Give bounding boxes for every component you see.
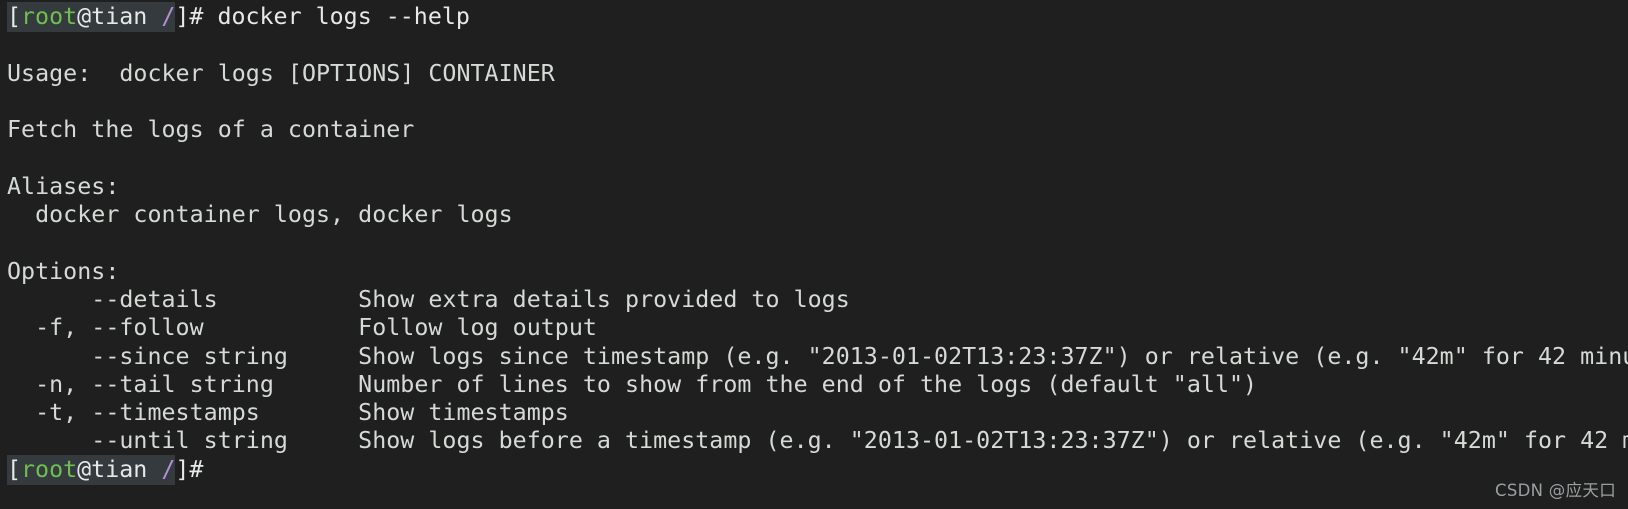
terminal-window[interactable]: [root@tian /]# docker logs --help Usage:… xyxy=(0,0,1628,509)
prompt-user: root xyxy=(21,3,78,30)
prompt-path: / xyxy=(161,3,176,30)
command-text: docker logs --help xyxy=(217,3,470,30)
output-line-option-until: --until string Show logs before a timest… xyxy=(7,427,1628,455)
output-line-option-timestamps: -t, --timestamps Show timestamps xyxy=(7,399,569,427)
terminal-screen: [root@tian /]# docker logs --help Usage:… xyxy=(0,2,1628,485)
prompt-symbol: # xyxy=(189,455,218,483)
prompt-block-current: [root@tian / xyxy=(7,454,176,485)
prompt-line-command[interactable]: [root@tian /]# docker logs --help xyxy=(7,2,1628,32)
prompt-close-bracket: ] xyxy=(175,455,190,483)
prompt-close-bracket: ] xyxy=(175,3,190,30)
prompt-path: / xyxy=(161,455,176,483)
prompt-open-bracket: [ xyxy=(7,455,22,483)
prompt-host: tian xyxy=(91,3,148,30)
prompt-open-bracket: [ xyxy=(7,3,22,30)
output-line-aliases-header: Aliases: xyxy=(7,172,120,200)
output-line-option-tail: -n, --tail string Number of lines to sho… xyxy=(7,370,1258,398)
prompt-host: tian xyxy=(91,455,148,483)
output-line-description: Fetch the logs of a container xyxy=(7,116,415,144)
prompt-at-symbol: @ xyxy=(77,455,92,483)
prompt-user: root xyxy=(21,455,78,483)
prompt-block: [root@tian / xyxy=(7,2,176,32)
prompt-at-symbol: @ xyxy=(77,3,92,30)
output-line-aliases-value: docker container logs, docker logs xyxy=(7,201,513,229)
csdn-watermark: CSDN @应天口 xyxy=(1495,481,1616,500)
prompt-symbol: # xyxy=(189,3,218,30)
prompt-line-current[interactable]: [root@tian /]# xyxy=(7,454,1628,485)
output-line-option-details: --details Show extra details provided to… xyxy=(7,285,850,313)
output-line-options-header: Options: xyxy=(7,257,120,285)
output-line-option-since: --since string Show logs since timestamp… xyxy=(7,342,1628,370)
output-line-usage: Usage: docker logs [OPTIONS] CONTAINER xyxy=(7,59,555,87)
output-line-option-follow: -f, --follow Follow log output xyxy=(7,314,597,342)
